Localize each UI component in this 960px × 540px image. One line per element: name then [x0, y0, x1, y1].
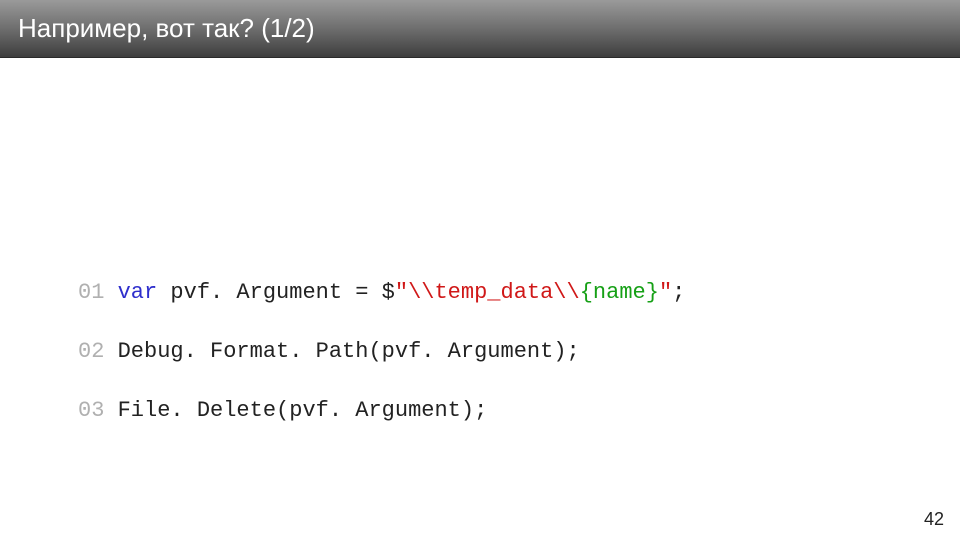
- slide-title: Например, вот так? (1/2): [18, 13, 315, 44]
- slide: Например, вот так? (1/2) 01 var pvf. Arg…: [0, 0, 960, 540]
- code-block: 01 var pvf. Argument = $"\\temp_data\\{n…: [78, 248, 685, 486]
- page-number: 42: [924, 509, 944, 530]
- code-line-2: 02 Debug. Format. Path(pvf. Argument);: [78, 337, 685, 367]
- title-bar: Например, вот так? (1/2): [0, 0, 960, 58]
- code-line-1: 01 var pvf. Argument = $"\\temp_data\\{n…: [78, 278, 685, 308]
- code-line-3: 03 File. Delete(pvf. Argument);: [78, 396, 685, 426]
